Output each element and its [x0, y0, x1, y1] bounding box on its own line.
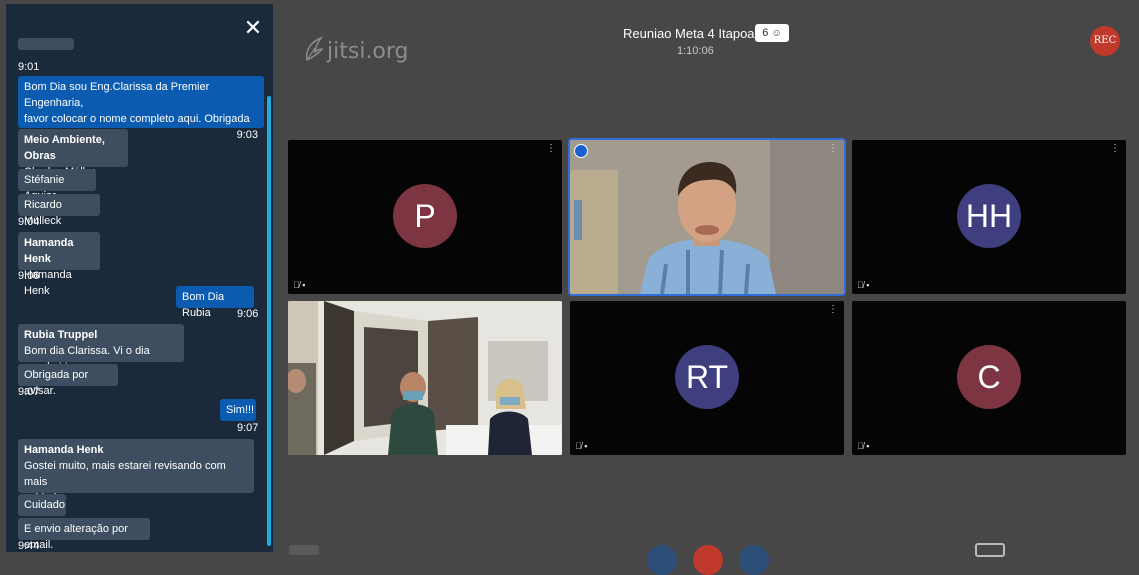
chat-timestamp: 9:07	[237, 422, 259, 434]
avatar: P	[393, 184, 457, 248]
chat-message-incoming: Ricardo Mülleck	[18, 194, 100, 227]
chat-message-outgoing: Bom Dia Rubia	[176, 286, 254, 319]
muted-status-icon: 🎙̸ ▪	[293, 280, 306, 290]
dominant-speaker-icon	[574, 144, 588, 158]
chat-message-incoming: Stéfanie Aguiar	[18, 169, 96, 202]
participants-icon: ☺	[771, 28, 782, 39]
video-tile-rt[interactable]: ⋮ RT 🎙̸ ▪	[570, 301, 844, 455]
message-line: favor colocar o nome completo aqui. Obri…	[24, 113, 250, 125]
avatar: HH	[957, 184, 1021, 248]
muted-status-icon: 🎙̸ ▪	[857, 280, 870, 290]
sender-name: Hamanda Henk	[24, 237, 74, 265]
chat-message-incoming: E envio alteração por email.	[18, 518, 150, 551]
video-tile-c[interactable]: C 🎙̸ ▪	[852, 301, 1126, 455]
speaker-video	[570, 140, 844, 294]
video-tile-p[interactable]: ⋮ P 🎙̸ ▪	[288, 140, 562, 294]
jitsi-logo[interactable]: jitsi.org	[303, 36, 409, 64]
chat-timestamp: 9:06	[18, 270, 40, 282]
chat-message-incoming: Obrigada por avisar.	[18, 364, 118, 397]
recording-badge: REC	[1090, 26, 1120, 56]
tile-view-button[interactable]	[975, 543, 1005, 557]
chat-message-incoming: Hamanda Henk Gostei muito, mais estarei …	[18, 439, 254, 504]
sender-name: Meio Ambiente, Obras	[24, 134, 105, 162]
meeting-timer: 1:10:06	[677, 45, 714, 57]
more-options-icon[interactable]: ⋮	[828, 305, 838, 315]
message-line: Cuidado	[24, 499, 65, 511]
avatar: RT	[675, 345, 739, 409]
chat-bubble-partial	[18, 38, 74, 50]
chat-message-outgoing: Sim!!!	[220, 399, 256, 421]
sender-name: Hamanda Henk	[24, 444, 104, 456]
message-line: Bom Dia sou Eng.Clarissa da Premier Enge…	[24, 81, 210, 109]
chat-timestamp: 9:07	[18, 386, 40, 398]
video-tile-hh[interactable]: ⋮ HH 🎙̸ ▪	[852, 140, 1126, 294]
room-video	[288, 301, 562, 455]
sender-name: Rubia Truppel	[24, 329, 98, 341]
camera-button[interactable]	[739, 545, 769, 575]
more-options-icon[interactable]: ⋮	[546, 144, 556, 154]
mic-button[interactable]	[647, 545, 677, 575]
chat-message-incoming: Rubia Truppel Bom dia Clarissa. Vi o dia…	[18, 324, 184, 373]
chat-timestamp: 9:44	[18, 540, 40, 552]
chat-timestamp: 9:06	[237, 308, 259, 320]
chat-timestamp: 9:04	[18, 216, 40, 228]
message-line: E envio alteração por email.	[24, 523, 128, 551]
jitsi-logo-icon	[305, 36, 324, 62]
muted-status-icon: 🎙̸ ▪	[857, 441, 870, 451]
muted-status-icon: 🎙̸ ▪	[575, 441, 588, 451]
chat-message-incoming: Meio Ambiente, Obras Charles Müller	[18, 129, 128, 178]
video-tile-room[interactable]	[288, 301, 562, 455]
participant-count-badge[interactable]: 6 ☺	[755, 24, 789, 42]
chat-message-list: 9:01 Bom Dia sou Eng.Clarissa da Premier…	[6, 38, 273, 552]
avatar: C	[957, 345, 1021, 409]
participant-count: 6	[762, 27, 769, 39]
message-line: Gostei muito, mais estarei revisando com…	[24, 460, 226, 488]
meeting-title: Reuniao Meta 4 Itapoa	[623, 26, 755, 41]
more-options-icon[interactable]: ⋮	[828, 144, 838, 154]
chat-message-outgoing: Bom Dia sou Eng.Clarissa da Premier Enge…	[18, 76, 264, 141]
logo-text: jitsi.org	[327, 39, 409, 64]
chat-message-incoming: Cuidado	[18, 494, 66, 516]
chat-panel: ✕ 9:01 Bom Dia sou Eng.Clarissa da Premi…	[6, 4, 273, 552]
video-tile-speaker[interactable]: ⋮	[570, 140, 844, 294]
close-icon[interactable]: ✕	[243, 17, 263, 39]
conference-stage: jitsi.org Reuniao Meta 4 Itapoa 6 ☺ 1:10…	[273, 4, 1137, 575]
chat-message-incoming: Hamanda Henk Hamanda Henk	[18, 232, 100, 297]
chat-timestamp: 9:01	[18, 61, 40, 73]
hangup-button[interactable]	[693, 545, 723, 575]
message-line: Sim!!!	[226, 404, 255, 416]
more-options-icon[interactable]: ⋮	[1110, 144, 1120, 154]
